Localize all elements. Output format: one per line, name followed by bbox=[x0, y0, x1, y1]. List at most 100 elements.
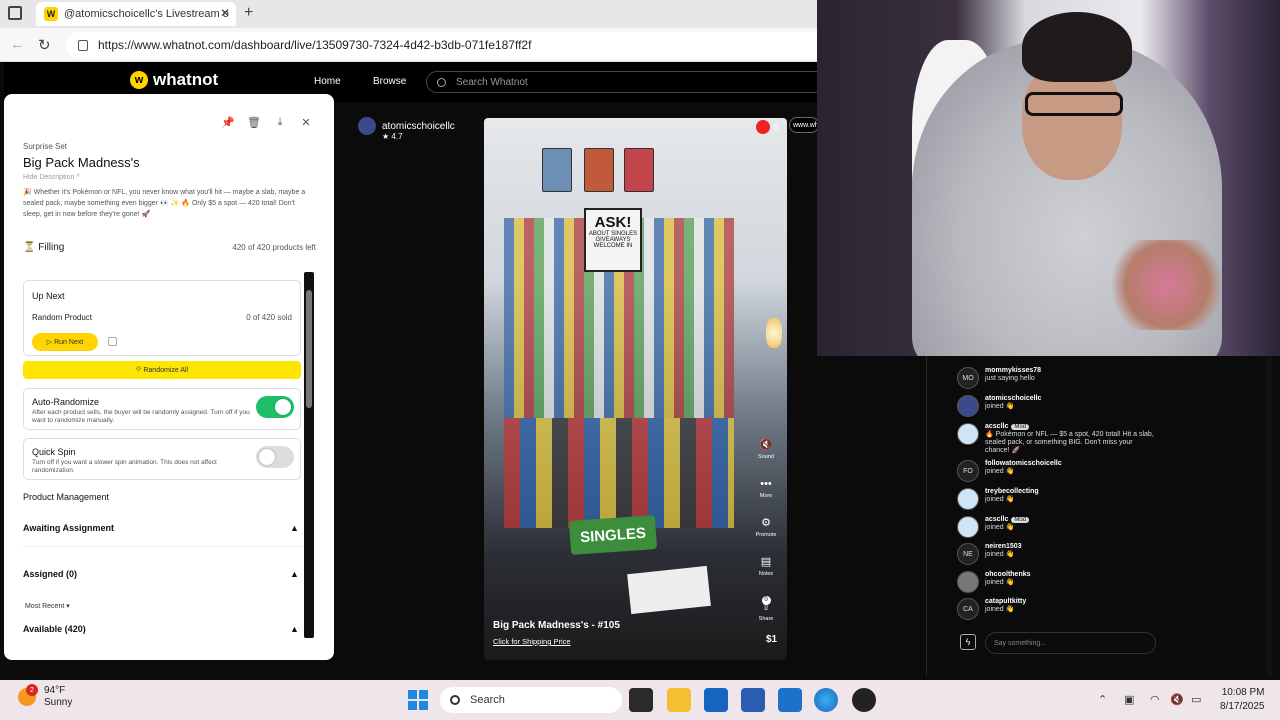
notes-control[interactable]: ▤ Notes bbox=[752, 555, 780, 577]
randomize-all-button[interactable]: ⟐ Randomize All bbox=[23, 361, 301, 379]
chat-username[interactable]: ohcoolthenks bbox=[985, 571, 1031, 578]
settings-icon[interactable] bbox=[108, 337, 117, 346]
chat-avatar[interactable] bbox=[957, 395, 979, 417]
chat-text: joined 👋 bbox=[985, 524, 1015, 531]
windows-start-icon[interactable] bbox=[408, 690, 428, 710]
lock-icon bbox=[78, 39, 88, 51]
auto-randomize-toggle[interactable] bbox=[256, 396, 294, 418]
chat-username[interactable]: mommykisses78 bbox=[985, 367, 1041, 374]
notes-icon: ▤ bbox=[760, 556, 772, 568]
battery-icon[interactable]: ▭ bbox=[1191, 693, 1201, 706]
weather-widget[interactable]: 2 94°F Sunny bbox=[18, 684, 73, 709]
screen: W @atomicschoicellc's Livestream o ✕ + ←… bbox=[0, 0, 1280, 720]
chat-input[interactable]: Say something... bbox=[985, 632, 1156, 654]
hide-description-link[interactable]: Hide Description ^ bbox=[23, 174, 80, 181]
chat-username[interactable]: treybecollecting bbox=[985, 488, 1039, 495]
paper-note bbox=[627, 565, 711, 615]
ask-sign: ASK! ABOUT SINGLES GIVEAWAYS WELCOME IN bbox=[584, 208, 642, 272]
filling-label: Filling bbox=[38, 242, 65, 253]
chat-avatar[interactable]: MO bbox=[957, 367, 979, 389]
streamer-rating: ★ 4.7 bbox=[382, 132, 403, 141]
condition: Sunny bbox=[44, 697, 73, 708]
product-management-heading: Product Management bbox=[23, 492, 110, 502]
products-left: 420 of 420 products left bbox=[232, 243, 316, 252]
up-next-product: Random Product bbox=[32, 313, 93, 322]
chat-bolt-icon[interactable]: ϟ bbox=[960, 634, 976, 650]
run-next-label: Run Next bbox=[54, 338, 84, 346]
chat-avatar[interactable] bbox=[957, 571, 979, 593]
app-icon[interactable] bbox=[741, 688, 765, 712]
whatnot-logo-icon: w bbox=[130, 71, 148, 89]
chat-avatar[interactable] bbox=[957, 423, 979, 445]
chevron-up-icon[interactable]: ▲ bbox=[290, 569, 299, 579]
pin-icon[interactable]: 📌 bbox=[220, 114, 236, 130]
chat-username-text: treybecollecting bbox=[985, 488, 1039, 495]
whatnot-search-input[interactable]: Search Whatnot bbox=[426, 71, 846, 93]
run-next-button[interactable]: ▷ Run Next bbox=[32, 333, 98, 351]
sound-label: Sound bbox=[758, 454, 774, 460]
chat-avatar[interactable]: FO bbox=[957, 460, 979, 482]
chevron-up-icon[interactable]: ▲ bbox=[290, 624, 299, 634]
volume-icon[interactable]: 🔇 bbox=[1170, 693, 1184, 706]
trash-icon[interactable]: 🗑 bbox=[246, 114, 262, 130]
taskbar-search-label: Search bbox=[470, 694, 505, 706]
quick-spin-toggle[interactable] bbox=[256, 446, 294, 468]
new-tab-icon[interactable]: + bbox=[244, 4, 253, 22]
task-view-icon[interactable] bbox=[629, 688, 653, 712]
clock[interactable]: 10:08 PM 8/17/2025 bbox=[1220, 686, 1265, 714]
taskbar-search[interactable]: Search bbox=[440, 687, 622, 713]
chat-username[interactable]: catapultkitty bbox=[985, 598, 1026, 605]
streamer-info[interactable]: atomicschoicellc bbox=[358, 117, 455, 135]
chat-username[interactable]: acscllc Mod bbox=[985, 423, 1030, 430]
tray-app-icon[interactable]: ▣ bbox=[1124, 693, 1134, 706]
download-icon[interactable]: ⤓ bbox=[272, 114, 288, 130]
sidebar-toggle-icon[interactable] bbox=[8, 6, 22, 20]
more-control[interactable]: ••• More bbox=[752, 478, 780, 499]
whatnot-logo[interactable]: w whatnot bbox=[130, 70, 218, 90]
nav-home[interactable]: Home bbox=[314, 76, 341, 87]
promote-control[interactable]: ⚙ Promote bbox=[752, 516, 780, 538]
hoodie-print bbox=[1107, 240, 1227, 330]
browser-tab[interactable]: W @atomicschoicellc's Livestream o ✕ bbox=[36, 2, 236, 26]
url-field[interactable]: https://www.whatnot.com/dashboard/live/1… bbox=[66, 32, 826, 58]
singles-box: SINGLES bbox=[568, 515, 658, 555]
divider bbox=[23, 546, 305, 547]
chat-avatar[interactable]: CA bbox=[957, 598, 979, 620]
edge-icon[interactable] bbox=[814, 688, 838, 712]
store-icon[interactable] bbox=[704, 688, 728, 712]
person-hair bbox=[1022, 12, 1132, 82]
chat-avatar[interactable] bbox=[957, 516, 979, 538]
scroll-thumb[interactable] bbox=[306, 290, 312, 408]
nav-browse[interactable]: Browse bbox=[373, 76, 406, 87]
chevron-up-icon[interactable]: ▲ bbox=[290, 523, 299, 533]
chat-avatar[interactable] bbox=[957, 488, 979, 510]
tray-chevron-icon[interactable]: ⌃ bbox=[1098, 693, 1107, 706]
panel-scrollbar[interactable] bbox=[304, 272, 314, 638]
chat-username[interactable]: neiren1503 bbox=[985, 543, 1022, 550]
close-icon[interactable]: ✕ bbox=[298, 114, 314, 130]
chat-username[interactable]: acscllc Mod bbox=[985, 516, 1030, 523]
more-label: More bbox=[759, 493, 773, 499]
sort-most-recent[interactable]: Most Recent ▾ bbox=[25, 602, 70, 610]
file-explorer-icon[interactable] bbox=[667, 688, 691, 712]
website-pill[interactable]: www.wh bbox=[789, 117, 819, 133]
chat-username[interactable]: atomicschoicellc bbox=[985, 395, 1041, 402]
shipping-price-link[interactable]: Click for Shipping Price bbox=[493, 637, 571, 646]
stream-video[interactable]: ASK! ABOUT SINGLES GIVEAWAYS WELCOME IN S… bbox=[484, 118, 787, 660]
available-section[interactable]: Available (420) bbox=[23, 624, 86, 634]
awaiting-assignment-section[interactable]: Awaiting Assignment bbox=[23, 523, 114, 533]
person-glasses bbox=[1025, 92, 1123, 116]
page-scrollbar[interactable] bbox=[1266, 356, 1272, 676]
share-control[interactable]: ⇧ Share bbox=[752, 600, 780, 622]
chat-username[interactable]: followatomicschoicellc bbox=[985, 460, 1062, 467]
close-tab-icon[interactable]: ✕ bbox=[220, 6, 230, 20]
obs-icon[interactable] bbox=[852, 688, 876, 712]
product-shelf bbox=[504, 418, 734, 528]
assigned-section[interactable]: Assigned (0) bbox=[23, 569, 77, 579]
sound-control[interactable]: 🔇 Sound bbox=[752, 438, 780, 460]
wifi-icon[interactable]: ◠ bbox=[1150, 693, 1160, 706]
outlook-icon[interactable] bbox=[778, 688, 802, 712]
reload-icon[interactable]: ↻ bbox=[38, 36, 51, 54]
back-icon[interactable]: ← bbox=[10, 36, 25, 53]
chat-avatar[interactable]: NE bbox=[957, 543, 979, 565]
